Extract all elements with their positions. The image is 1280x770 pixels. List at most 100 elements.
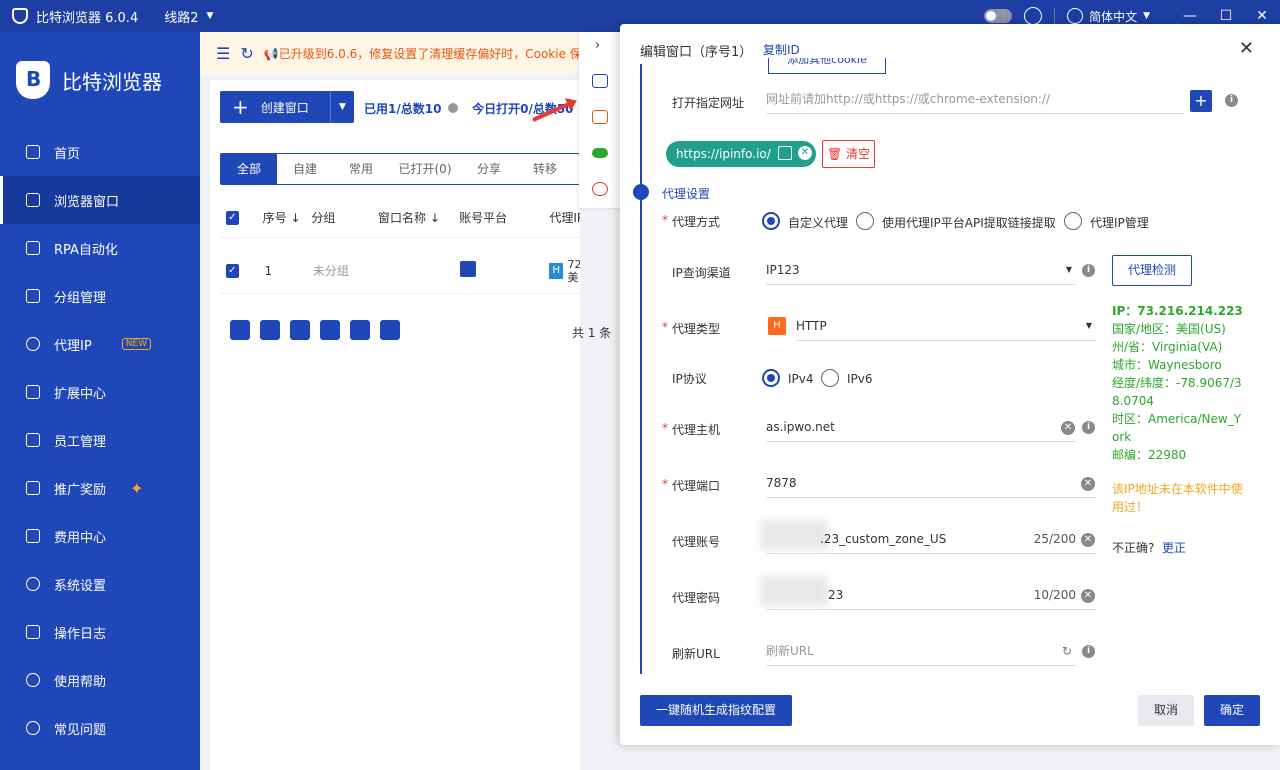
sidebar-item-help[interactable]: 使用帮助: [0, 656, 200, 704]
sidebar-item-label: 分组管理: [54, 290, 107, 306]
proxy-host-value: as.ipwo.net: [766, 420, 835, 434]
confirm-button[interactable]: 确定: [1204, 695, 1260, 726]
theme-toggle[interactable]: [984, 9, 1013, 23]
tab-self-built[interactable]: 自建: [277, 154, 333, 184]
refresh-url-input[interactable]: 刷新URL ↻: [766, 638, 1076, 666]
refresh-icon[interactable]: ↻: [1062, 638, 1072, 664]
language-select[interactable]: 简体中文: [1089, 8, 1137, 25]
info-icon: [26, 721, 40, 735]
proxy-mode-api-radio[interactable]: [856, 212, 874, 230]
sidebar-item-label: 费用中心: [54, 530, 107, 546]
ipv4-radio[interactable]: [762, 369, 780, 387]
cancel-button[interactable]: 取消: [1138, 695, 1194, 726]
row-checkbox[interactable]: ✓: [226, 263, 239, 278]
proxy-type-select[interactable]: HTTP ▼: [796, 313, 1096, 341]
proxy-host-input[interactable]: as.ipwo.net: [766, 414, 1076, 442]
incorrect-text: 不正确?: [1112, 541, 1155, 555]
clear-icon[interactable]: ✕: [1081, 533, 1095, 547]
grid-icon: [26, 193, 40, 207]
generate-fingerprint-button[interactable]: 一键随机生成指纹配置: [640, 695, 792, 726]
add-url-button[interactable]: +: [1190, 90, 1212, 112]
create-window-button[interactable]: + 创建窗口 ▼: [220, 91, 354, 123]
edit-icon[interactable]: [778, 146, 792, 160]
help-icon: [26, 673, 40, 687]
table-row[interactable]: ✓ 1 未分组 H 72 美: [220, 248, 580, 294]
ipv4-label[interactable]: IPv4: [788, 372, 814, 386]
chevron-down-icon[interactable]: ▼: [1143, 11, 1150, 21]
sidebar-item-proxy-ip[interactable]: 代理IP NEW: [0, 320, 200, 368]
http-icon: H: [768, 317, 786, 335]
proxy-mode-manage-label[interactable]: 代理IP管理: [1090, 214, 1149, 231]
close-all-icon[interactable]: [260, 320, 280, 340]
sidebar-item-browser-windows[interactable]: 浏览器窗口: [0, 176, 200, 224]
sidebar-item-staff[interactable]: 员工管理: [0, 416, 200, 464]
globe-icon: [1067, 8, 1084, 24]
window-icon[interactable]: [592, 74, 608, 88]
copy-id-link[interactable]: 复制ID: [763, 41, 800, 58]
chevron-down-icon[interactable]: ▼: [330, 91, 354, 123]
chevron-right-icon[interactable]: ›: [595, 38, 600, 53]
tab-common[interactable]: 常用: [333, 154, 389, 184]
link-icon[interactable]: [459, 261, 476, 277]
correct-link[interactable]: 更正: [1162, 539, 1186, 556]
close-window-button[interactable]: ✕: [1244, 8, 1280, 24]
delete-icon[interactable]: [380, 320, 400, 340]
proxy-check-button[interactable]: 代理检测: [1112, 255, 1192, 286]
minimize-button[interactable]: —: [1172, 8, 1208, 24]
proxy-mode-custom-radio[interactable]: [762, 212, 780, 230]
fingerprint-icon[interactable]: [592, 182, 608, 196]
chevron-down-icon[interactable]: ▼: [207, 11, 214, 21]
tab-shared[interactable]: 分享: [461, 154, 517, 184]
proxy-mode-custom-label[interactable]: 自定义代理: [788, 214, 848, 231]
clear-icon[interactable]: ✕: [1061, 421, 1075, 435]
select-all-checkbox[interactable]: ✓: [226, 210, 239, 225]
col-window-name[interactable]: 窗口名称 ↓: [378, 209, 459, 226]
batch-close-icon[interactable]: [290, 320, 310, 340]
ip-icon[interactable]: [592, 110, 608, 124]
sidebar-item-rewards[interactable]: 推广奖励 ✦: [0, 464, 200, 512]
menu-collapse-icon[interactable]: ☰: [216, 44, 230, 63]
sidebar-item-groups[interactable]: 分组管理: [0, 272, 200, 320]
ipv6-radio[interactable]: [821, 369, 839, 387]
tab-transfer[interactable]: 转移: [517, 154, 573, 184]
proxy-port-input[interactable]: 7878: [766, 470, 1096, 498]
proxy-mode-manage-radio[interactable]: [1064, 212, 1082, 230]
col-index[interactable]: 序号 ↓: [263, 209, 312, 226]
close-icon[interactable]: ✕: [1239, 38, 1254, 59]
maximize-button[interactable]: ☐: [1208, 8, 1244, 24]
ip-channel-select[interactable]: IP123 ▼: [766, 257, 1076, 285]
support-icon[interactable]: [1024, 7, 1043, 25]
open-url-input[interactable]: 网址前请加http://或https://或chrome-extension:/…: [766, 86, 1184, 114]
remove-tag-icon[interactable]: ✕: [798, 146, 812, 160]
sidebar-item-logs[interactable]: 操作日志: [0, 608, 200, 656]
sidebar-item-billing[interactable]: 费用中心: [0, 512, 200, 560]
tab-all[interactable]: 全部: [221, 154, 277, 184]
sidebar-item-label: 扩展中心: [54, 386, 107, 402]
tab-opened[interactable]: 已打开(0): [389, 154, 461, 184]
proxy-password-input[interactable]: 23 10/200: [766, 582, 1096, 610]
clear-icon[interactable]: ✕: [1081, 477, 1095, 491]
line-selector[interactable]: 线路2: [164, 7, 198, 26]
arrange-icon[interactable]: [320, 320, 340, 340]
clear-urls-button[interactable]: 🗑 清空: [822, 140, 875, 168]
sidebar-item-faq[interactable]: 常见问题: [0, 704, 200, 752]
proxy-mode-api-label[interactable]: 使用代理IP平台API提取链接提取: [882, 214, 1056, 231]
sidebar-item-extensions[interactable]: 扩展中心: [0, 368, 200, 416]
ip-protocol-label: IP协议: [672, 372, 707, 386]
table-header: ✓ 序号 ↓ 分组 窗口名称 ↓ 账号平台 代理IP: [220, 198, 580, 238]
sidebar-item-label: 首页: [54, 146, 81, 162]
clear-icon[interactable]: ✕: [1081, 589, 1095, 603]
sidebar-item-rpa[interactable]: RPA自动化: [0, 224, 200, 272]
proxy-port-label: 代理端口: [662, 477, 720, 494]
clear-cache-icon[interactable]: [350, 320, 370, 340]
sidebar-item-settings[interactable]: 系统设置: [0, 560, 200, 608]
sidebar-item-home[interactable]: 首页: [0, 128, 200, 176]
window-tabs: 全部 自建 常用 已打开(0) 分享 转移: [220, 153, 580, 185]
toggle-icon[interactable]: [592, 148, 608, 158]
open-all-icon[interactable]: [230, 320, 250, 340]
chevron-down-icon: ▼: [1065, 265, 1072, 274]
ipv6-label[interactable]: IPv6: [847, 372, 873, 386]
proxy-account-input[interactable]: .23_custom_zone_US 25/200: [766, 526, 1096, 554]
refresh-icon[interactable]: ↻: [240, 44, 253, 63]
add-cookie-button[interactable]: 添加其他cookie: [768, 58, 886, 74]
